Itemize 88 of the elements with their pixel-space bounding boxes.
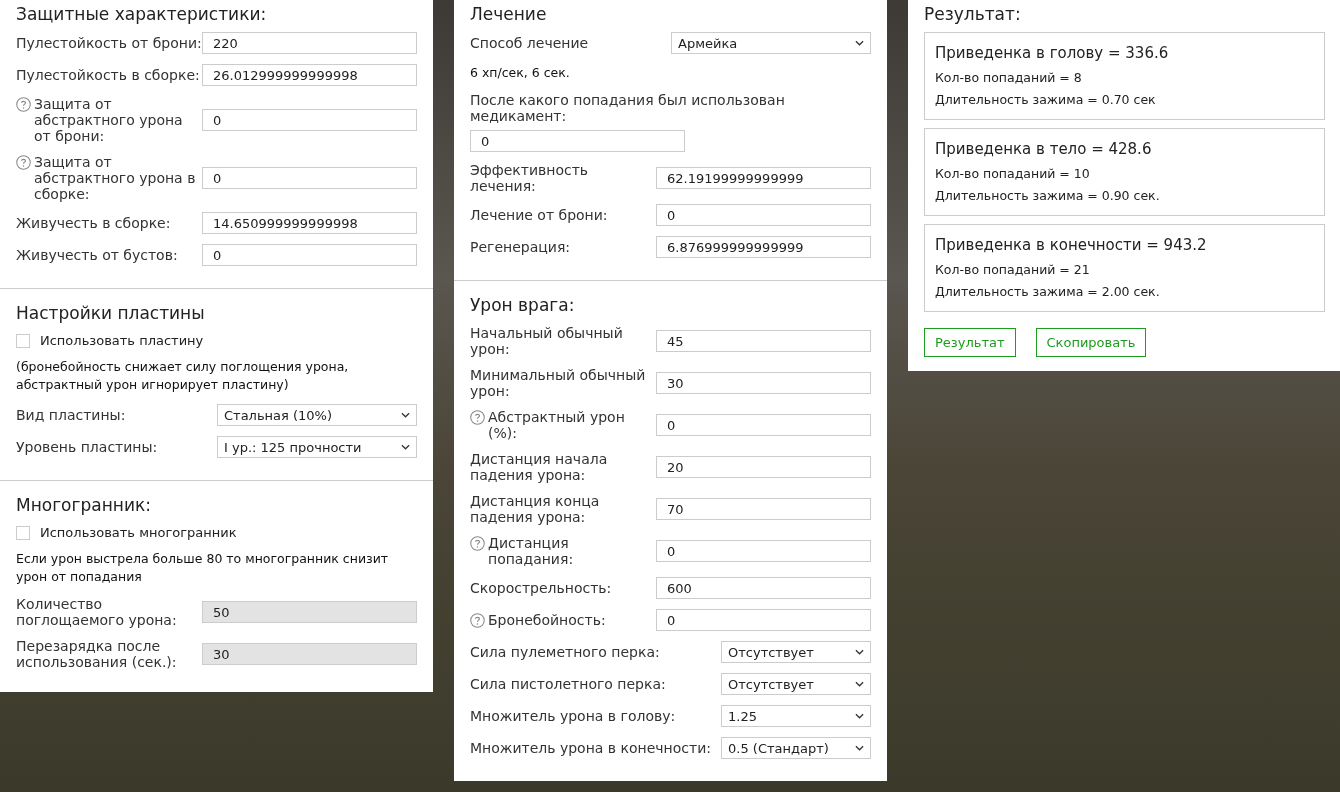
section-heading: Результат: — [924, 3, 1022, 26]
field-label: Минимальный обычный урон: — [470, 367, 647, 399]
field-label: Множитель урона в голову: — [470, 708, 676, 724]
field-label: Начальный обычный урон: — [470, 325, 624, 357]
dropdown[interactable]: Армейка — [671, 32, 871, 54]
section-heading: Настройки пластины — [16, 302, 206, 325]
checkbox[interactable] — [16, 333, 30, 348]
field-label: Живучесть в сборке: — [16, 215, 171, 231]
dropdown[interactable]: Стальная (10%) — [217, 404, 417, 426]
section-heading: Лечение — [470, 3, 548, 26]
field-label: Количество поглощаемого урона: — [16, 596, 178, 628]
chevron-down-icon — [855, 40, 864, 46]
result-title: Приведенка в голову = 336.6 — [935, 43, 1170, 63]
info-note: 6 хп/сек, 6 сек. — [470, 64, 571, 82]
help-icon[interactable] — [16, 155, 31, 170]
action-button[interactable]: Скопировать — [1035, 328, 1147, 357]
input-field[interactable]: 0 — [656, 414, 871, 436]
field-label: Бронебойность: — [488, 612, 606, 628]
field-label: Защита от абстрактного урона от брони: — [34, 96, 184, 144]
field-label: Уровень пластины: — [16, 439, 158, 455]
input-field[interactable]: 45 — [656, 330, 871, 352]
field-label: Дистанция конца падения урона: — [470, 493, 601, 525]
help-icon[interactable] — [470, 410, 485, 425]
help-icon[interactable] — [16, 97, 31, 112]
input-field[interactable]: 0 — [656, 540, 871, 562]
field-label: Дистанция начала падения урона: — [470, 451, 609, 483]
field-label: Пулестойкость от брони: — [16, 35, 202, 51]
dropdown[interactable]: Отсутствует — [721, 641, 871, 663]
result-line: Кол-во попаданий = 10 — [935, 165, 1091, 183]
chevron-down-icon — [855, 649, 864, 655]
input-field[interactable]: 14.650999999999998 — [202, 212, 417, 234]
chevron-down-icon — [855, 745, 864, 751]
input-field[interactable]: 0 — [202, 244, 417, 266]
info-note: Если урон выстрела больше 80 то многогранник снизит урон от попадания — [16, 550, 390, 586]
field-label: Сила пулеметного перка: — [470, 644, 660, 660]
input-field[interactable]: 62.19199999999999 — [656, 167, 871, 189]
result-line: Длительность зажима = 2.00 сек. — [935, 283, 1161, 301]
field-label: Абстрактный урон (%): — [488, 409, 626, 441]
chevron-down-icon — [401, 444, 410, 450]
chevron-down-icon — [855, 681, 864, 687]
field-label: Скорострельность: — [470, 580, 612, 596]
chevron-down-icon — [401, 412, 410, 418]
checkbox-label: Использовать пластину — [40, 333, 204, 348]
dropdown[interactable]: 0.5 (Стандарт) — [721, 737, 871, 759]
dropdown[interactable]: 1.25 — [721, 705, 871, 727]
field-label: Способ лечение — [470, 35, 589, 51]
field-label: Дистанция попадания: — [488, 535, 575, 567]
input-field[interactable]: 20 — [656, 456, 871, 478]
section-heading: Защитные характеристики: — [16, 3, 268, 26]
checkbox-label: Использовать многогранник — [40, 525, 237, 540]
field-label: Эффективность лечения: — [470, 162, 590, 194]
input-field[interactable]: 26.012999999999998 — [202, 64, 417, 86]
field-label: Вид пластины: — [16, 407, 126, 423]
dropdown[interactable]: I ур.: 125 прочности — [217, 436, 417, 458]
field-label: Множитель урона в конечности: — [470, 740, 711, 756]
field-label: Сила пистолетного перка: — [470, 676, 666, 692]
result-line: Длительность зажима = 0.70 сек — [935, 91, 1157, 109]
help-icon[interactable] — [470, 536, 485, 551]
section-heading: Многогранник: — [16, 494, 152, 517]
field-label: Защита от абстрактного урона в сборке: — [34, 154, 197, 202]
result-title: Приведенка в конечности = 943.2 — [935, 235, 1208, 255]
field-label: Живучесть от бустов: — [16, 247, 178, 263]
input-field[interactable]: 30 — [656, 372, 871, 394]
result-line: Кол-во попаданий = 21 — [935, 261, 1091, 279]
result-line: Кол-во попаданий = 8 — [935, 69, 1083, 87]
field-label: После какого попадания был использован медикамент: — [470, 92, 786, 124]
input-field[interactable]: 6.876999999999999 — [656, 236, 871, 258]
field-label: Пулестойкость в сборке: — [16, 67, 200, 83]
help-icon[interactable] — [470, 613, 485, 628]
input-field[interactable]: 0 — [202, 167, 417, 189]
input-field[interactable]: 0 — [202, 109, 417, 131]
result-line: Длительность зажима = 0.90 сек. — [935, 187, 1161, 205]
result-title: Приведенка в тело = 428.6 — [935, 139, 1153, 159]
input-field[interactable]: 0 — [656, 609, 871, 631]
info-note: (бронебойность снижает силу поглощения урона, абстрактный урон игнорирует пластину) — [16, 358, 350, 394]
section-heading: Урон врага: — [470, 294, 576, 317]
dropdown[interactable]: Отсутствует — [721, 673, 871, 695]
field-label: Регенерация: — [470, 239, 571, 255]
input-field[interactable]: 70 — [656, 498, 871, 520]
input-field[interactable]: 0 — [656, 204, 871, 226]
action-button[interactable]: Результат — [924, 328, 1016, 357]
chevron-down-icon — [855, 713, 864, 719]
field-label: Лечение от брони: — [470, 207, 608, 223]
field-label: Перезарядка после использования (сек.): — [16, 638, 178, 670]
input-field[interactable]: 0 — [470, 130, 685, 152]
checkbox[interactable] — [16, 525, 30, 540]
input-field[interactable]: 220 — [202, 32, 417, 54]
input-field[interactable]: 600 — [656, 577, 871, 599]
